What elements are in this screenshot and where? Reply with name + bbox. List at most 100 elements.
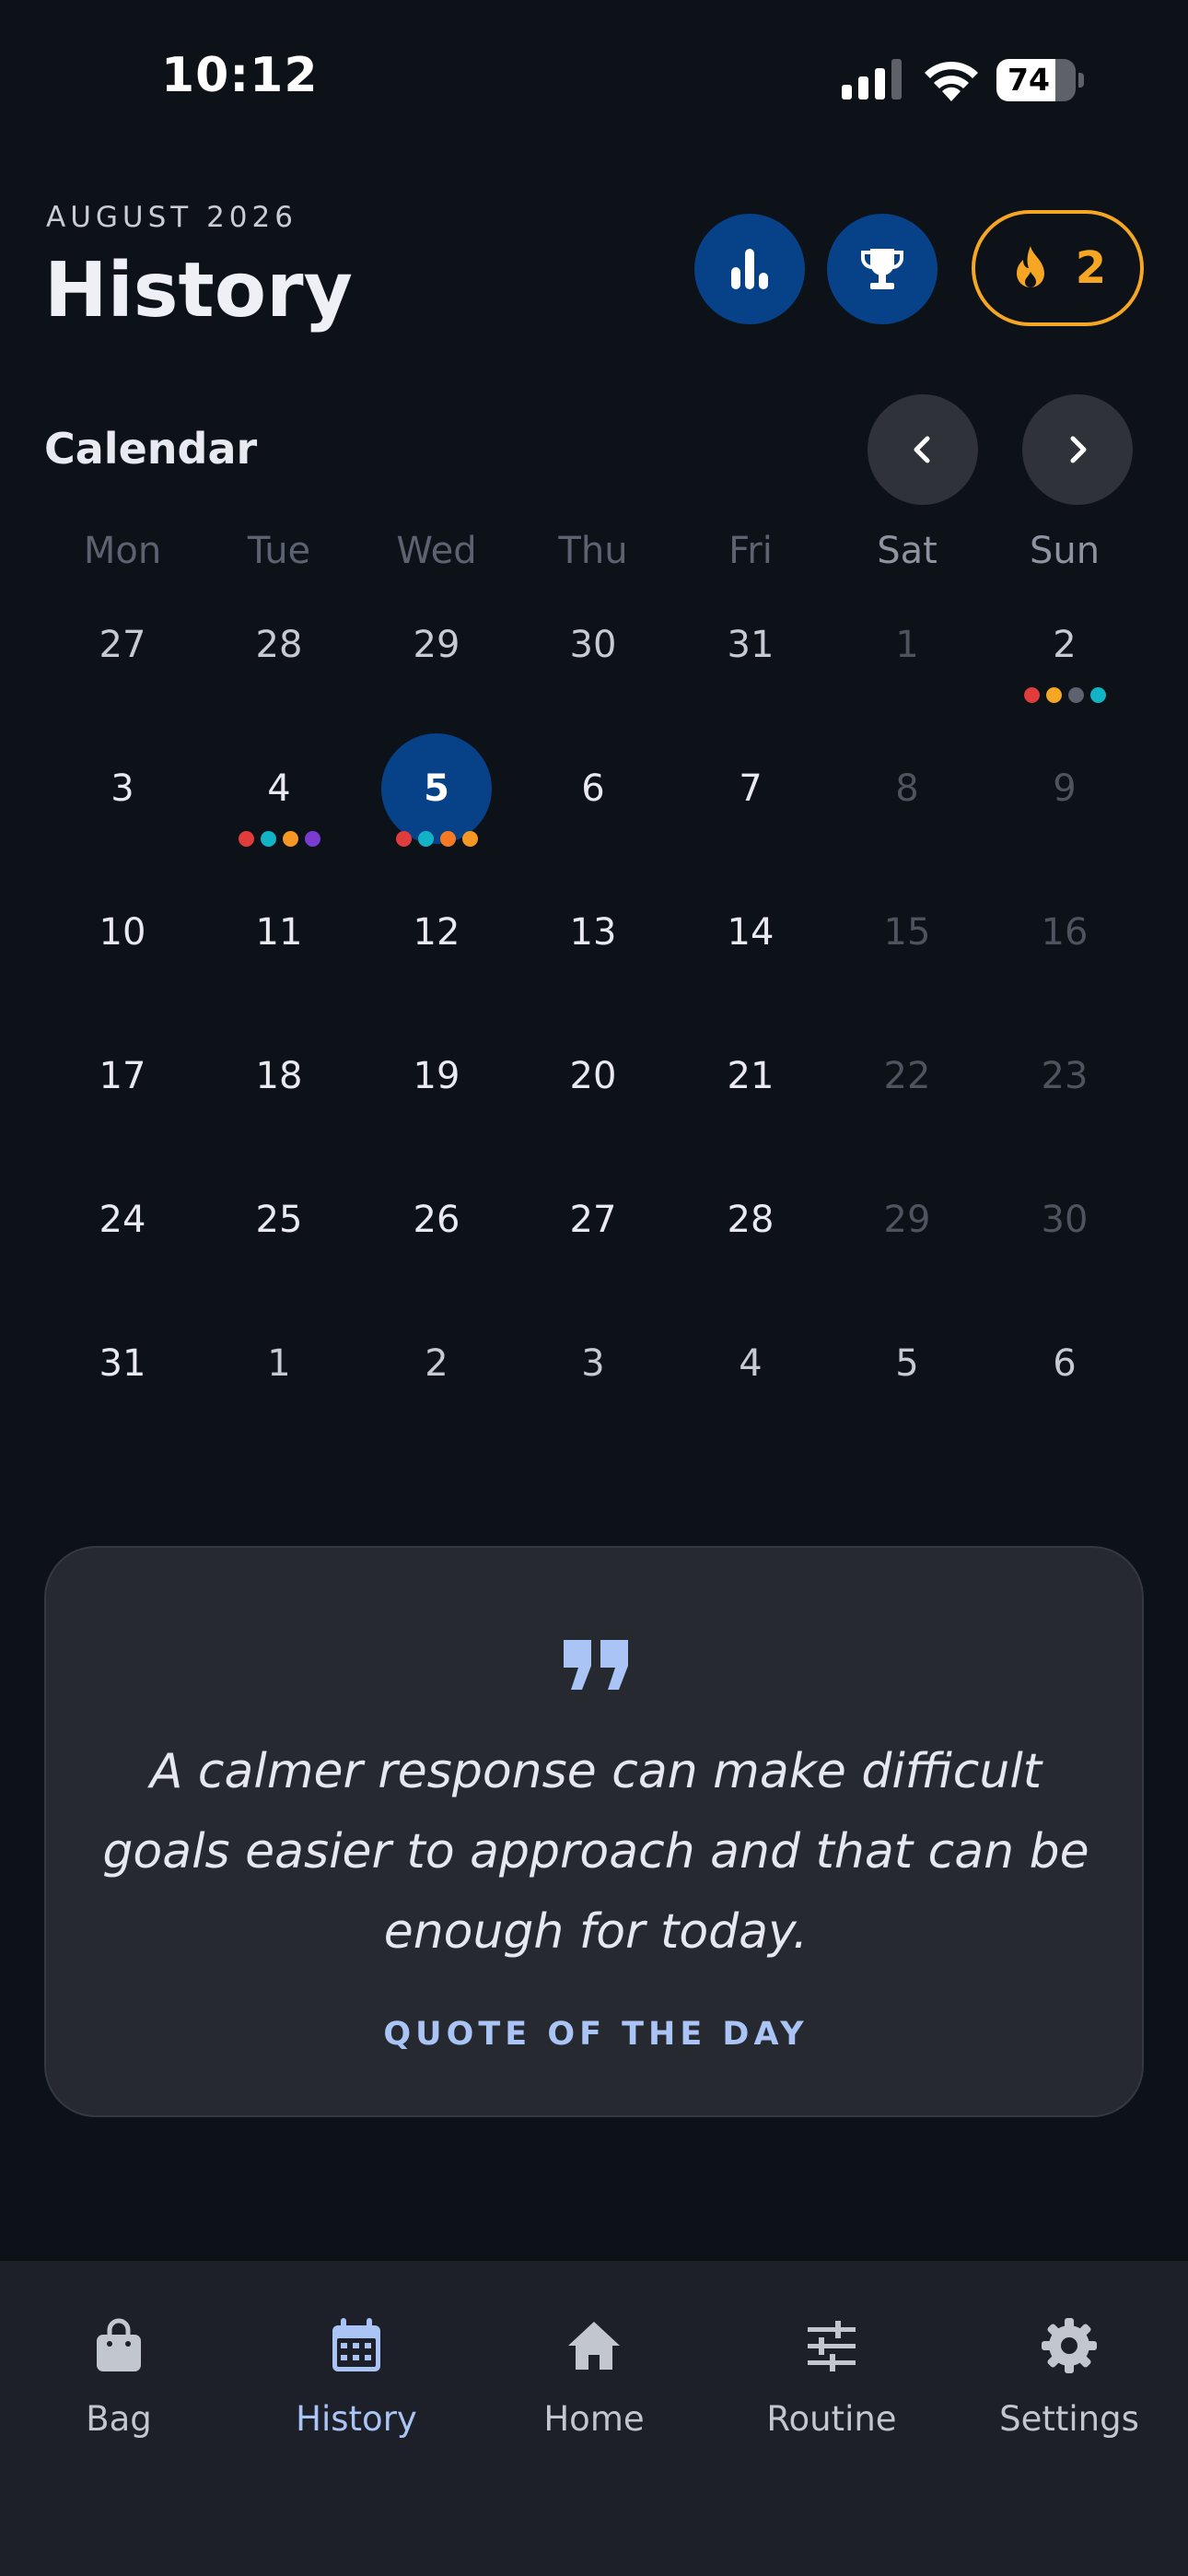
calendar-day[interactable]: 15 — [829, 877, 985, 1006]
day-number: 14 — [727, 911, 775, 954]
chevron-right-icon — [1070, 436, 1087, 463]
calendar-day[interactable]: 1 — [201, 1308, 357, 1437]
achievements-button[interactable] — [827, 214, 938, 324]
calendar-day[interactable]: 22 — [829, 1021, 985, 1150]
calendar-day[interactable]: 5 — [829, 1308, 985, 1437]
day-number: 3 — [581, 1342, 605, 1385]
activity-dot — [238, 831, 254, 847]
calendar-day[interactable]: 27 — [515, 1165, 671, 1294]
calendar-day[interactable]: 20 — [515, 1021, 671, 1150]
calendar-day[interactable]: 27 — [44, 590, 201, 719]
day-number: 4 — [739, 1342, 763, 1385]
day-number: 4 — [267, 767, 291, 810]
calendar-day[interactable]: 6 — [515, 733, 671, 862]
calendar-day[interactable]: 25 — [201, 1165, 357, 1294]
weekday-label: Fri — [728, 530, 773, 572]
day-number: 27 — [569, 1199, 617, 1241]
day-number: 7 — [739, 767, 763, 810]
calendar-day[interactable]: 31 — [672, 590, 829, 719]
day-number: 29 — [413, 624, 460, 666]
bar-chart-icon — [731, 249, 768, 289]
calendar-day[interactable]: 30 — [515, 590, 671, 719]
calendar-day[interactable]: 24 — [44, 1165, 201, 1294]
quote-card: A calmer response can make difficult goa… — [44, 1546, 1144, 2117]
calendar-day[interactable]: 29 — [358, 590, 515, 719]
day-number: 28 — [255, 624, 303, 666]
nav-item-routine[interactable]: Routine — [713, 2261, 950, 2482]
quote-label: QUOTE OF THE DAY — [383, 2016, 809, 2053]
calendar-day[interactable]: 18 — [201, 1021, 357, 1150]
day-number: 20 — [569, 1055, 617, 1097]
calendar-day[interactable]: 1 — [829, 590, 985, 719]
day-number: 26 — [413, 1199, 460, 1241]
calendar-day[interactable]: 13 — [515, 877, 671, 1006]
calendar-icon — [332, 2318, 380, 2371]
wifi-icon — [925, 61, 978, 101]
activity-dot — [1089, 687, 1106, 703]
day-number: 16 — [1041, 911, 1089, 954]
calendar-day[interactable]: 29 — [829, 1165, 985, 1294]
day-number: 13 — [569, 911, 617, 954]
calendar-day[interactable]: 12 — [358, 877, 515, 1006]
calendar-day[interactable]: 7 — [672, 733, 829, 862]
calendar-day[interactable]: 23 — [986, 1021, 1143, 1150]
calendar-day[interactable]: 19 — [358, 1021, 515, 1150]
calendar-day[interactable]: 26 — [358, 1165, 515, 1294]
calendar-day[interactable]: 4 — [201, 733, 357, 862]
calendar-day[interactable]: 8 — [829, 733, 985, 862]
day-number: 6 — [1053, 1342, 1077, 1385]
prev-month-button[interactable] — [868, 394, 978, 505]
calendar-day[interactable]: 2 — [358, 1308, 515, 1437]
day-number: 19 — [413, 1055, 460, 1097]
nav-item-history[interactable]: History — [238, 2261, 475, 2482]
nav-item-home[interactable]: Home — [475, 2261, 713, 2482]
weekday-label: Sun — [1029, 530, 1101, 572]
day-number: 31 — [99, 1342, 146, 1385]
calendar-day[interactable]: 2 — [986, 590, 1143, 719]
calendar-day[interactable]: 31 — [44, 1308, 201, 1437]
activity-dots — [358, 831, 515, 849]
activity-dot — [417, 831, 434, 847]
gear-icon — [1042, 2318, 1097, 2373]
calendar-day[interactable]: 3 — [515, 1308, 671, 1437]
streak-badge[interactable]: 2 — [972, 210, 1144, 326]
streak-count: 2 — [1075, 242, 1107, 294]
activity-dots — [201, 831, 357, 849]
day-number: 11 — [255, 911, 303, 954]
day-number: 27 — [99, 624, 146, 666]
calendar-day[interactable]: 3 — [44, 733, 201, 862]
calendar-day[interactable]: 30 — [986, 1165, 1143, 1294]
nav-label-history: History — [296, 2399, 417, 2439]
day-number: 23 — [1041, 1055, 1089, 1097]
calendar-day[interactable]: 4 — [672, 1308, 829, 1437]
day-number: 17 — [99, 1055, 146, 1097]
nav-item-bag[interactable]: Bag — [0, 2261, 238, 2482]
sliders-icon — [808, 2321, 856, 2371]
activity-dot — [1067, 687, 1084, 703]
status-bar: 10:12 74 — [0, 0, 1188, 157]
activity-dot — [282, 831, 298, 847]
calendar-day[interactable]: 14 — [672, 877, 829, 1006]
day-number: 18 — [255, 1055, 303, 1097]
nav-item-settings[interactable]: Settings — [950, 2261, 1188, 2482]
day-number: 5 — [895, 1342, 919, 1385]
calendar-day[interactable]: 9 — [986, 733, 1143, 862]
calendar-day[interactable]: 5 — [358, 733, 515, 862]
weekday-label: Thu — [558, 530, 628, 572]
calendar-day[interactable]: 6 — [986, 1308, 1143, 1437]
day-number: 31 — [727, 624, 775, 666]
stats-button[interactable] — [694, 214, 805, 324]
calendar-day[interactable]: 28 — [201, 590, 357, 719]
calendar-day[interactable]: 10 — [44, 877, 201, 1006]
day-number: 6 — [581, 767, 605, 810]
calendar-day[interactable]: 21 — [672, 1021, 829, 1150]
activity-dot — [439, 831, 456, 847]
calendar-day[interactable]: 11 — [201, 877, 357, 1006]
calendar-day[interactable]: 17 — [44, 1021, 201, 1150]
month-label: AUGUST 2026 — [46, 201, 297, 234]
flame-icon — [1016, 246, 1044, 287]
next-month-button[interactable] — [1022, 394, 1133, 505]
calendar-day[interactable]: 28 — [672, 1165, 829, 1294]
day-number: 2 — [1053, 624, 1077, 666]
calendar-day[interactable]: 16 — [986, 877, 1143, 1006]
